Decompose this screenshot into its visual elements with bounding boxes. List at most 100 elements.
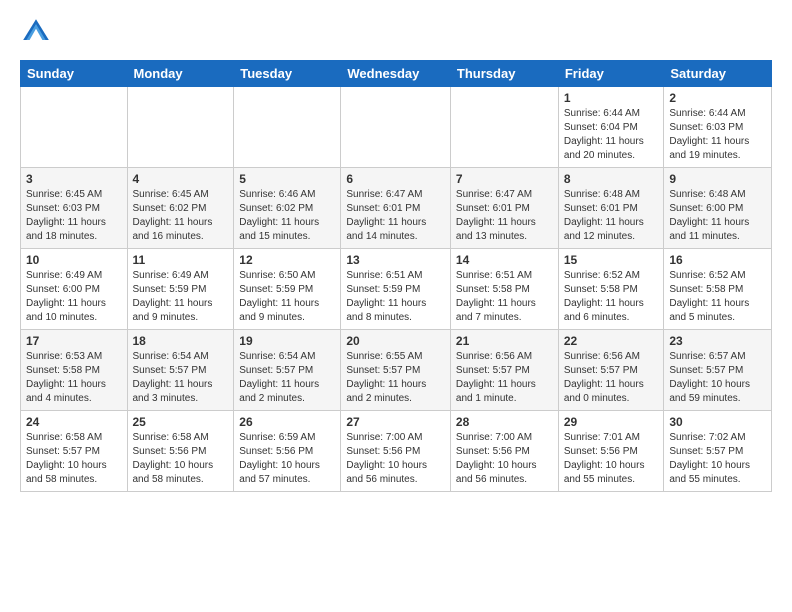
day-number: 29	[564, 415, 659, 429]
header-tuesday: Tuesday	[234, 61, 341, 87]
day-number: 20	[346, 334, 445, 348]
day-info: Sunrise: 6:47 AM Sunset: 6:01 PM Dayligh…	[346, 188, 445, 244]
calendar-cell: 19Sunrise: 6:54 AM Sunset: 5:57 PM Dayli…	[234, 330, 341, 411]
calendar-cell	[127, 87, 234, 168]
day-info: Sunrise: 6:46 AM Sunset: 6:02 PM Dayligh…	[239, 188, 335, 244]
day-number: 8	[564, 172, 659, 186]
header-thursday: Thursday	[450, 61, 558, 87]
day-number: 16	[669, 253, 766, 267]
day-info: Sunrise: 6:56 AM Sunset: 5:57 PM Dayligh…	[564, 350, 659, 406]
day-number: 24	[26, 415, 122, 429]
day-number: 17	[26, 334, 122, 348]
day-number: 27	[346, 415, 445, 429]
calendar-cell: 7 Sunrise: 6:47 AM Sunset: 6:01 PM Daylig…	[450, 168, 558, 249]
day-number: 3	[26, 172, 122, 186]
day-number: 26	[239, 415, 335, 429]
calendar-cell: 9 Sunrise: 6:48 AM Sunset: 6:00 PM Daylig…	[664, 168, 772, 249]
header-sunday: Sunday	[21, 61, 128, 87]
calendar-cell: 27Sunrise: 7:00 AM Sunset: 5:56 PM Dayli…	[341, 411, 451, 492]
day-info: Sunrise: 6:55 AM Sunset: 5:57 PM Dayligh…	[346, 350, 445, 406]
calendar-cell: 17 Sunrise: 6:53 AM Sunset: 5:58 PM Dayli…	[21, 330, 128, 411]
day-number: 22	[564, 334, 659, 348]
calendar-week-row: 1 Sunrise: 6:44 AM Sunset: 6:04 PM Daylig…	[21, 87, 772, 168]
day-info: Sunrise: 6:49 AM Sunset: 6:00 PM Dayligh…	[26, 269, 122, 325]
day-info: Sunrise: 7:00 AM Sunset: 5:56 PM Dayligh…	[456, 431, 553, 487]
day-info: Sunrise: 6:51 AM Sunset: 5:58 PM Dayligh…	[456, 269, 553, 325]
header-saturday: Saturday	[664, 61, 772, 87]
day-number: 23	[669, 334, 766, 348]
day-number: 4	[133, 172, 229, 186]
day-info: Sunrise: 6:54 AM Sunset: 5:57 PM Dayligh…	[239, 350, 335, 406]
day-number: 7	[456, 172, 553, 186]
day-number: 5	[239, 172, 335, 186]
day-info: Sunrise: 6:47 AM Sunset: 6:01 PM Dayligh…	[456, 188, 553, 244]
header-wednesday: Wednesday	[341, 61, 451, 87]
calendar-cell: 4 Sunrise: 6:45 AM Sunset: 6:02 PM Daylig…	[127, 168, 234, 249]
header-friday: Friday	[558, 61, 664, 87]
logo	[20, 16, 56, 48]
calendar-cell	[341, 87, 451, 168]
calendar-cell: 24 Sunrise: 6:58 AM Sunset: 5:57 PM Dayli…	[21, 411, 128, 492]
calendar-cell	[450, 87, 558, 168]
day-number: 14	[456, 253, 553, 267]
calendar-cell: 30 Sunrise: 7:02 AM Sunset: 5:57 PM Dayli…	[664, 411, 772, 492]
day-number: 12	[239, 253, 335, 267]
day-info: Sunrise: 6:44 AM Sunset: 6:03 PM Dayligh…	[669, 107, 766, 163]
header	[20, 16, 772, 48]
day-number: 28	[456, 415, 553, 429]
calendar-cell: 29 Sunrise: 7:01 AM Sunset: 5:56 PM Dayli…	[558, 411, 664, 492]
calendar-cell: 25 Sunrise: 6:58 AM Sunset: 5:56 PM Dayli…	[127, 411, 234, 492]
calendar-cell: 16 Sunrise: 6:52 AM Sunset: 5:58 PM Dayli…	[664, 249, 772, 330]
calendar-cell: 23Sunrise: 6:57 AM Sunset: 5:57 PM Dayli…	[664, 330, 772, 411]
calendar-cell: 1 Sunrise: 6:44 AM Sunset: 6:04 PM Daylig…	[558, 87, 664, 168]
day-number: 10	[26, 253, 122, 267]
day-info: Sunrise: 6:58 AM Sunset: 5:57 PM Dayligh…	[26, 431, 122, 487]
calendar-cell: 26 Sunrise: 6:59 AM Sunset: 5:56 PM Dayli…	[234, 411, 341, 492]
page: Sunday Monday Tuesday Wednesday Thursday…	[0, 0, 792, 508]
calendar-cell: 28 Sunrise: 7:00 AM Sunset: 5:56 PM Dayli…	[450, 411, 558, 492]
day-info: Sunrise: 6:49 AM Sunset: 5:59 PM Dayligh…	[133, 269, 229, 325]
day-info: Sunrise: 6:56 AM Sunset: 5:57 PM Dayligh…	[456, 350, 553, 406]
calendar-cell: 8 Sunrise: 6:48 AM Sunset: 6:01 PM Daylig…	[558, 168, 664, 249]
day-info: Sunrise: 6:45 AM Sunset: 6:02 PM Dayligh…	[133, 188, 229, 244]
day-number: 18	[133, 334, 229, 348]
day-number: 6	[346, 172, 445, 186]
calendar-cell	[21, 87, 128, 168]
day-info: Sunrise: 6:58 AM Sunset: 5:56 PM Dayligh…	[133, 431, 229, 487]
day-info: Sunrise: 6:53 AM Sunset: 5:58 PM Dayligh…	[26, 350, 122, 406]
day-info: Sunrise: 6:44 AM Sunset: 6:04 PM Dayligh…	[564, 107, 659, 163]
day-number: 15	[564, 253, 659, 267]
calendar-week-row: 3 Sunrise: 6:45 AM Sunset: 6:03 PM Daylig…	[21, 168, 772, 249]
calendar-cell: 10 Sunrise: 6:49 AM Sunset: 6:00 PM Dayli…	[21, 249, 128, 330]
day-number: 25	[133, 415, 229, 429]
day-info: Sunrise: 6:48 AM Sunset: 6:01 PM Dayligh…	[564, 188, 659, 244]
day-info: Sunrise: 6:48 AM Sunset: 6:00 PM Dayligh…	[669, 188, 766, 244]
day-info: Sunrise: 7:01 AM Sunset: 5:56 PM Dayligh…	[564, 431, 659, 487]
day-number: 11	[133, 253, 229, 267]
day-info: Sunrise: 6:45 AM Sunset: 6:03 PM Dayligh…	[26, 188, 122, 244]
calendar-cell: 18 Sunrise: 6:54 AM Sunset: 5:57 PM Dayli…	[127, 330, 234, 411]
day-number: 30	[669, 415, 766, 429]
day-info: Sunrise: 6:59 AM Sunset: 5:56 PM Dayligh…	[239, 431, 335, 487]
day-info: Sunrise: 6:54 AM Sunset: 5:57 PM Dayligh…	[133, 350, 229, 406]
day-info: Sunrise: 6:51 AM Sunset: 5:59 PM Dayligh…	[346, 269, 445, 325]
calendar-cell: 3 Sunrise: 6:45 AM Sunset: 6:03 PM Daylig…	[21, 168, 128, 249]
calendar-cell: 6 Sunrise: 6:47 AM Sunset: 6:01 PM Daylig…	[341, 168, 451, 249]
calendar-week-row: 17 Sunrise: 6:53 AM Sunset: 5:58 PM Dayli…	[21, 330, 772, 411]
calendar-cell: 21Sunrise: 6:56 AM Sunset: 5:57 PM Dayli…	[450, 330, 558, 411]
calendar-cell: 15Sunrise: 6:52 AM Sunset: 5:58 PM Dayli…	[558, 249, 664, 330]
calendar-cell: 20 Sunrise: 6:55 AM Sunset: 5:57 PM Dayli…	[341, 330, 451, 411]
calendar-week-row: 24 Sunrise: 6:58 AM Sunset: 5:57 PM Dayli…	[21, 411, 772, 492]
calendar-cell: 5 Sunrise: 6:46 AM Sunset: 6:02 PM Daylig…	[234, 168, 341, 249]
day-number: 9	[669, 172, 766, 186]
day-number: 1	[564, 91, 659, 105]
day-info: Sunrise: 6:52 AM Sunset: 5:58 PM Dayligh…	[669, 269, 766, 325]
day-number: 13	[346, 253, 445, 267]
calendar-cell: 12Sunrise: 6:50 AM Sunset: 5:59 PM Dayli…	[234, 249, 341, 330]
calendar-cell: 2Sunrise: 6:44 AM Sunset: 6:03 PM Daylig…	[664, 87, 772, 168]
calendar-cell: 13 Sunrise: 6:51 AM Sunset: 5:59 PM Dayli…	[341, 249, 451, 330]
calendar-cell	[234, 87, 341, 168]
day-info: Sunrise: 7:02 AM Sunset: 5:57 PM Dayligh…	[669, 431, 766, 487]
logo-icon	[20, 16, 52, 48]
calendar-table: Sunday Monday Tuesday Wednesday Thursday…	[20, 60, 772, 492]
